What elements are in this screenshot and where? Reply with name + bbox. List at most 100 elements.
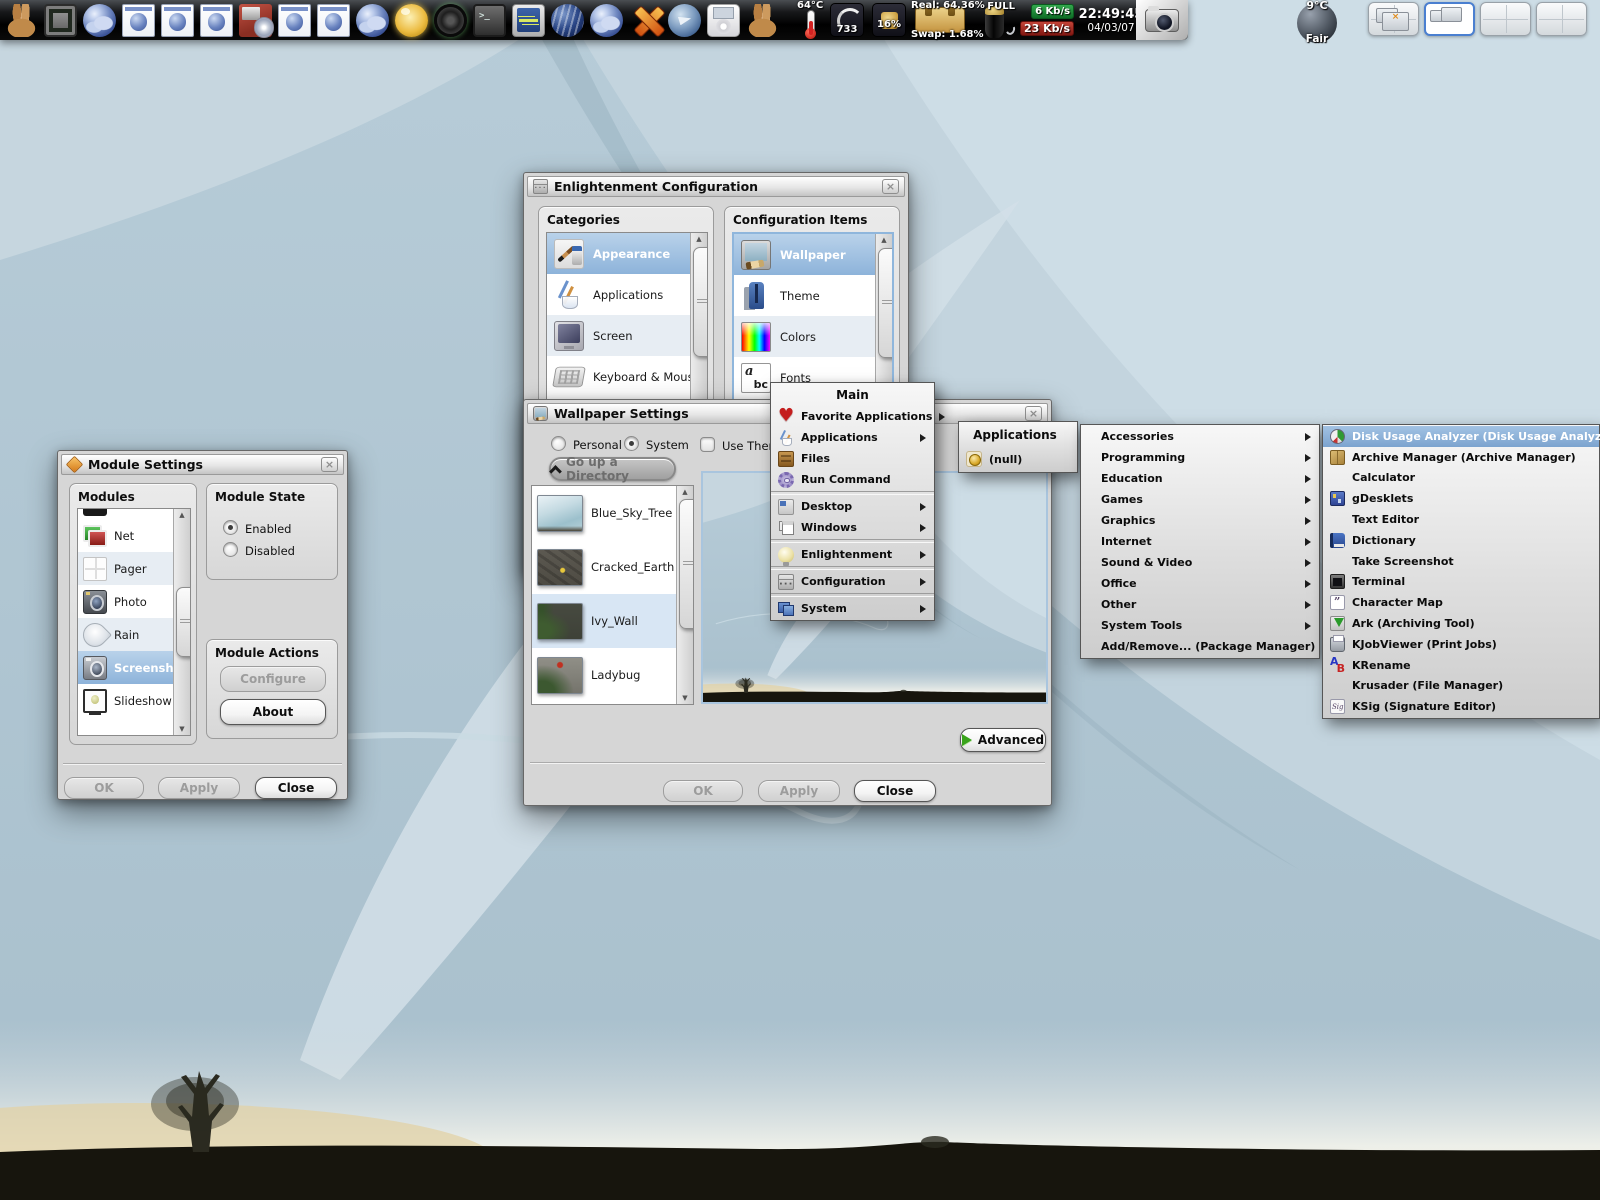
menu-item[interactable]: Files <box>771 448 934 469</box>
scroll-down-icon[interactable]: ▼ <box>677 692 693 704</box>
ok-button[interactable]: OK <box>663 780 743 802</box>
menu-item[interactable]: Text Editor <box>1323 509 1599 530</box>
launcher-icon[interactable] <box>200 4 233 37</box>
menu-item[interactable]: Add/Remove... (Package Manager) <box>1081 636 1319 657</box>
network-gadget[interactable]: 6 Kb/s 23 Kb/s <box>1019 0 1075 40</box>
launcher-icon[interactable] <box>590 4 623 37</box>
launcher-icon[interactable] <box>707 4 740 37</box>
menu-item[interactable]: Office <box>1081 573 1319 594</box>
menu-item[interactable]: Disk Usage Analyzer (Disk Usage Analyzer… <box>1323 426 1599 447</box>
pager-desktop-3[interactable] <box>1480 2 1531 36</box>
advanced-button[interactable]: Advanced <box>960 728 1046 752</box>
menu-item[interactable]: gDesklets <box>1323 488 1599 509</box>
module-row[interactable]: Net <box>78 519 173 552</box>
pager-desktop-4[interactable] <box>1536 2 1587 36</box>
apply-button[interactable]: Apply <box>758 780 840 802</box>
config-item-row[interactable]: Wallpaper <box>734 234 875 275</box>
scroll-up-icon[interactable]: ▲ <box>691 233 707 245</box>
menu-item[interactable]: Krusader (File Manager) <box>1323 676 1599 697</box>
module-row[interactable]: Slideshow <box>78 684 173 717</box>
menu-item[interactable]: Sound & Video <box>1081 552 1319 573</box>
menu-item[interactable]: Terminal <box>1323 572 1599 593</box>
launcher-icon[interactable] <box>746 4 779 37</box>
category-row[interactable]: Applications <box>547 274 690 315</box>
system-radio[interactable] <box>624 436 639 451</box>
launcher-icon[interactable] <box>5 4 38 37</box>
menu-item[interactable]: Other <box>1081 594 1319 615</box>
launcher-icon[interactable] <box>161 4 194 37</box>
go-up-directory-button[interactable]: Go up a Directory <box>549 457 676 481</box>
modules-scrollbar[interactable]: ▲ ▼ <box>173 509 190 735</box>
wallpaper-scrollbar[interactable]: ▲ ▼ <box>676 486 693 704</box>
config-item-row[interactable]: Colors <box>734 316 875 357</box>
launcher-icon[interactable] <box>44 4 77 37</box>
wallpaper-row[interactable]: Blue_Sky_Tree <box>532 486 676 540</box>
launcher-icon[interactable] <box>551 4 584 37</box>
menu-item[interactable]: System Tools <box>1081 615 1319 636</box>
scroll-up-icon[interactable]: ▲ <box>677 486 693 498</box>
menu-item[interactable]: Ark (Archiving Tool) <box>1323 613 1599 634</box>
module-row[interactable]: Photo <box>78 585 173 618</box>
scroll-thumb[interactable] <box>176 587 191 657</box>
menu-item[interactable]: Graphics <box>1081 510 1319 531</box>
pager-desktop-2-active[interactable] <box>1424 2 1475 36</box>
scroll-up-icon[interactable]: ▲ <box>174 509 190 521</box>
menu-item[interactable]: Accessories <box>1081 426 1319 447</box>
menu-item[interactable]: KRename <box>1323 655 1599 676</box>
launcher-icon[interactable] <box>512 4 545 37</box>
enabled-radio[interactable] <box>223 520 238 535</box>
cpu-gadget[interactable]: 16% <box>869 0 909 40</box>
pager-window[interactable] <box>1441 7 1462 22</box>
menu-item[interactable] <box>771 593 934 597</box>
about-button[interactable]: About <box>220 699 326 725</box>
menu-item[interactable]: Applications <box>771 427 934 448</box>
launcher-icon[interactable] <box>122 4 155 37</box>
menu-item[interactable] <box>771 491 934 495</box>
close-icon[interactable] <box>882 179 899 194</box>
wallpaper-row[interactable]: Ivy_Wall <box>532 594 676 648</box>
menu-item[interactable] <box>771 566 934 570</box>
launcher-icon[interactable] <box>239 4 272 37</box>
config-item-row[interactable]: Theme <box>734 275 875 316</box>
launcher-icon[interactable] <box>668 4 701 37</box>
scroll-thumb[interactable] <box>679 499 694 629</box>
pager-window[interactable]: × <box>1382 12 1409 31</box>
menu-item[interactable]: Calculator <box>1323 468 1599 489</box>
launcher-icon[interactable] <box>317 4 350 37</box>
menu-item[interactable]: KJobViewer (Print Jobs) <box>1323 634 1599 655</box>
ok-button[interactable]: OK <box>64 777 144 799</box>
weather-gadget[interactable]: 9°C Fair <box>1288 1 1346 43</box>
category-row[interactable]: Screen <box>547 315 690 356</box>
menu-item[interactable]: (null) <box>959 447 1077 471</box>
config-titlebar[interactable]: Enlightenment Configuration <box>527 176 905 197</box>
use-theme-checkbox[interactable] <box>700 437 715 452</box>
launcher-icon[interactable] <box>356 4 389 37</box>
menu-item[interactable]: KSig (Signature Editor) <box>1323 696 1599 717</box>
fan-gadget[interactable]: 733 <box>827 0 867 40</box>
menu-item[interactable]: Programming <box>1081 447 1319 468</box>
personal-radio[interactable] <box>551 436 566 451</box>
category-row[interactable]: Appearance <box>547 233 690 274</box>
wallpaper-row[interactable]: Ladybug <box>532 648 676 702</box>
menu-item[interactable]: Internet <box>1081 531 1319 552</box>
memory-gadget[interactable]: Real: 64.36% Swap: 1.68% <box>911 0 969 40</box>
apply-button[interactable]: Apply <box>158 777 240 799</box>
launcher-icon[interactable] <box>395 4 428 37</box>
launcher-icon[interactable] <box>83 4 116 37</box>
module-row[interactable]: Pager <box>78 552 173 585</box>
scroll-thumb[interactable] <box>878 248 894 358</box>
scroll-down-icon[interactable]: ▼ <box>174 723 190 735</box>
close-button[interactable]: Close <box>255 777 337 799</box>
configure-button[interactable]: Configure <box>220 666 326 692</box>
module-titlebar[interactable]: Module Settings <box>61 454 344 475</box>
launcher-icon[interactable] <box>629 4 662 37</box>
menu-item[interactable]: Archive Manager (Archive Manager) <box>1323 447 1599 468</box>
menu-item[interactable]: Character Map <box>1323 592 1599 613</box>
menu-item[interactable]: Take Screenshot <box>1323 551 1599 572</box>
menu-item[interactable]: Games <box>1081 489 1319 510</box>
menu-item[interactable] <box>771 539 934 543</box>
module-row-partial[interactable] <box>78 509 173 519</box>
clock-gadget[interactable]: 22:49:45 04/03/07 <box>1077 0 1145 40</box>
close-icon[interactable] <box>1025 406 1042 421</box>
disabled-radio[interactable] <box>223 542 238 557</box>
